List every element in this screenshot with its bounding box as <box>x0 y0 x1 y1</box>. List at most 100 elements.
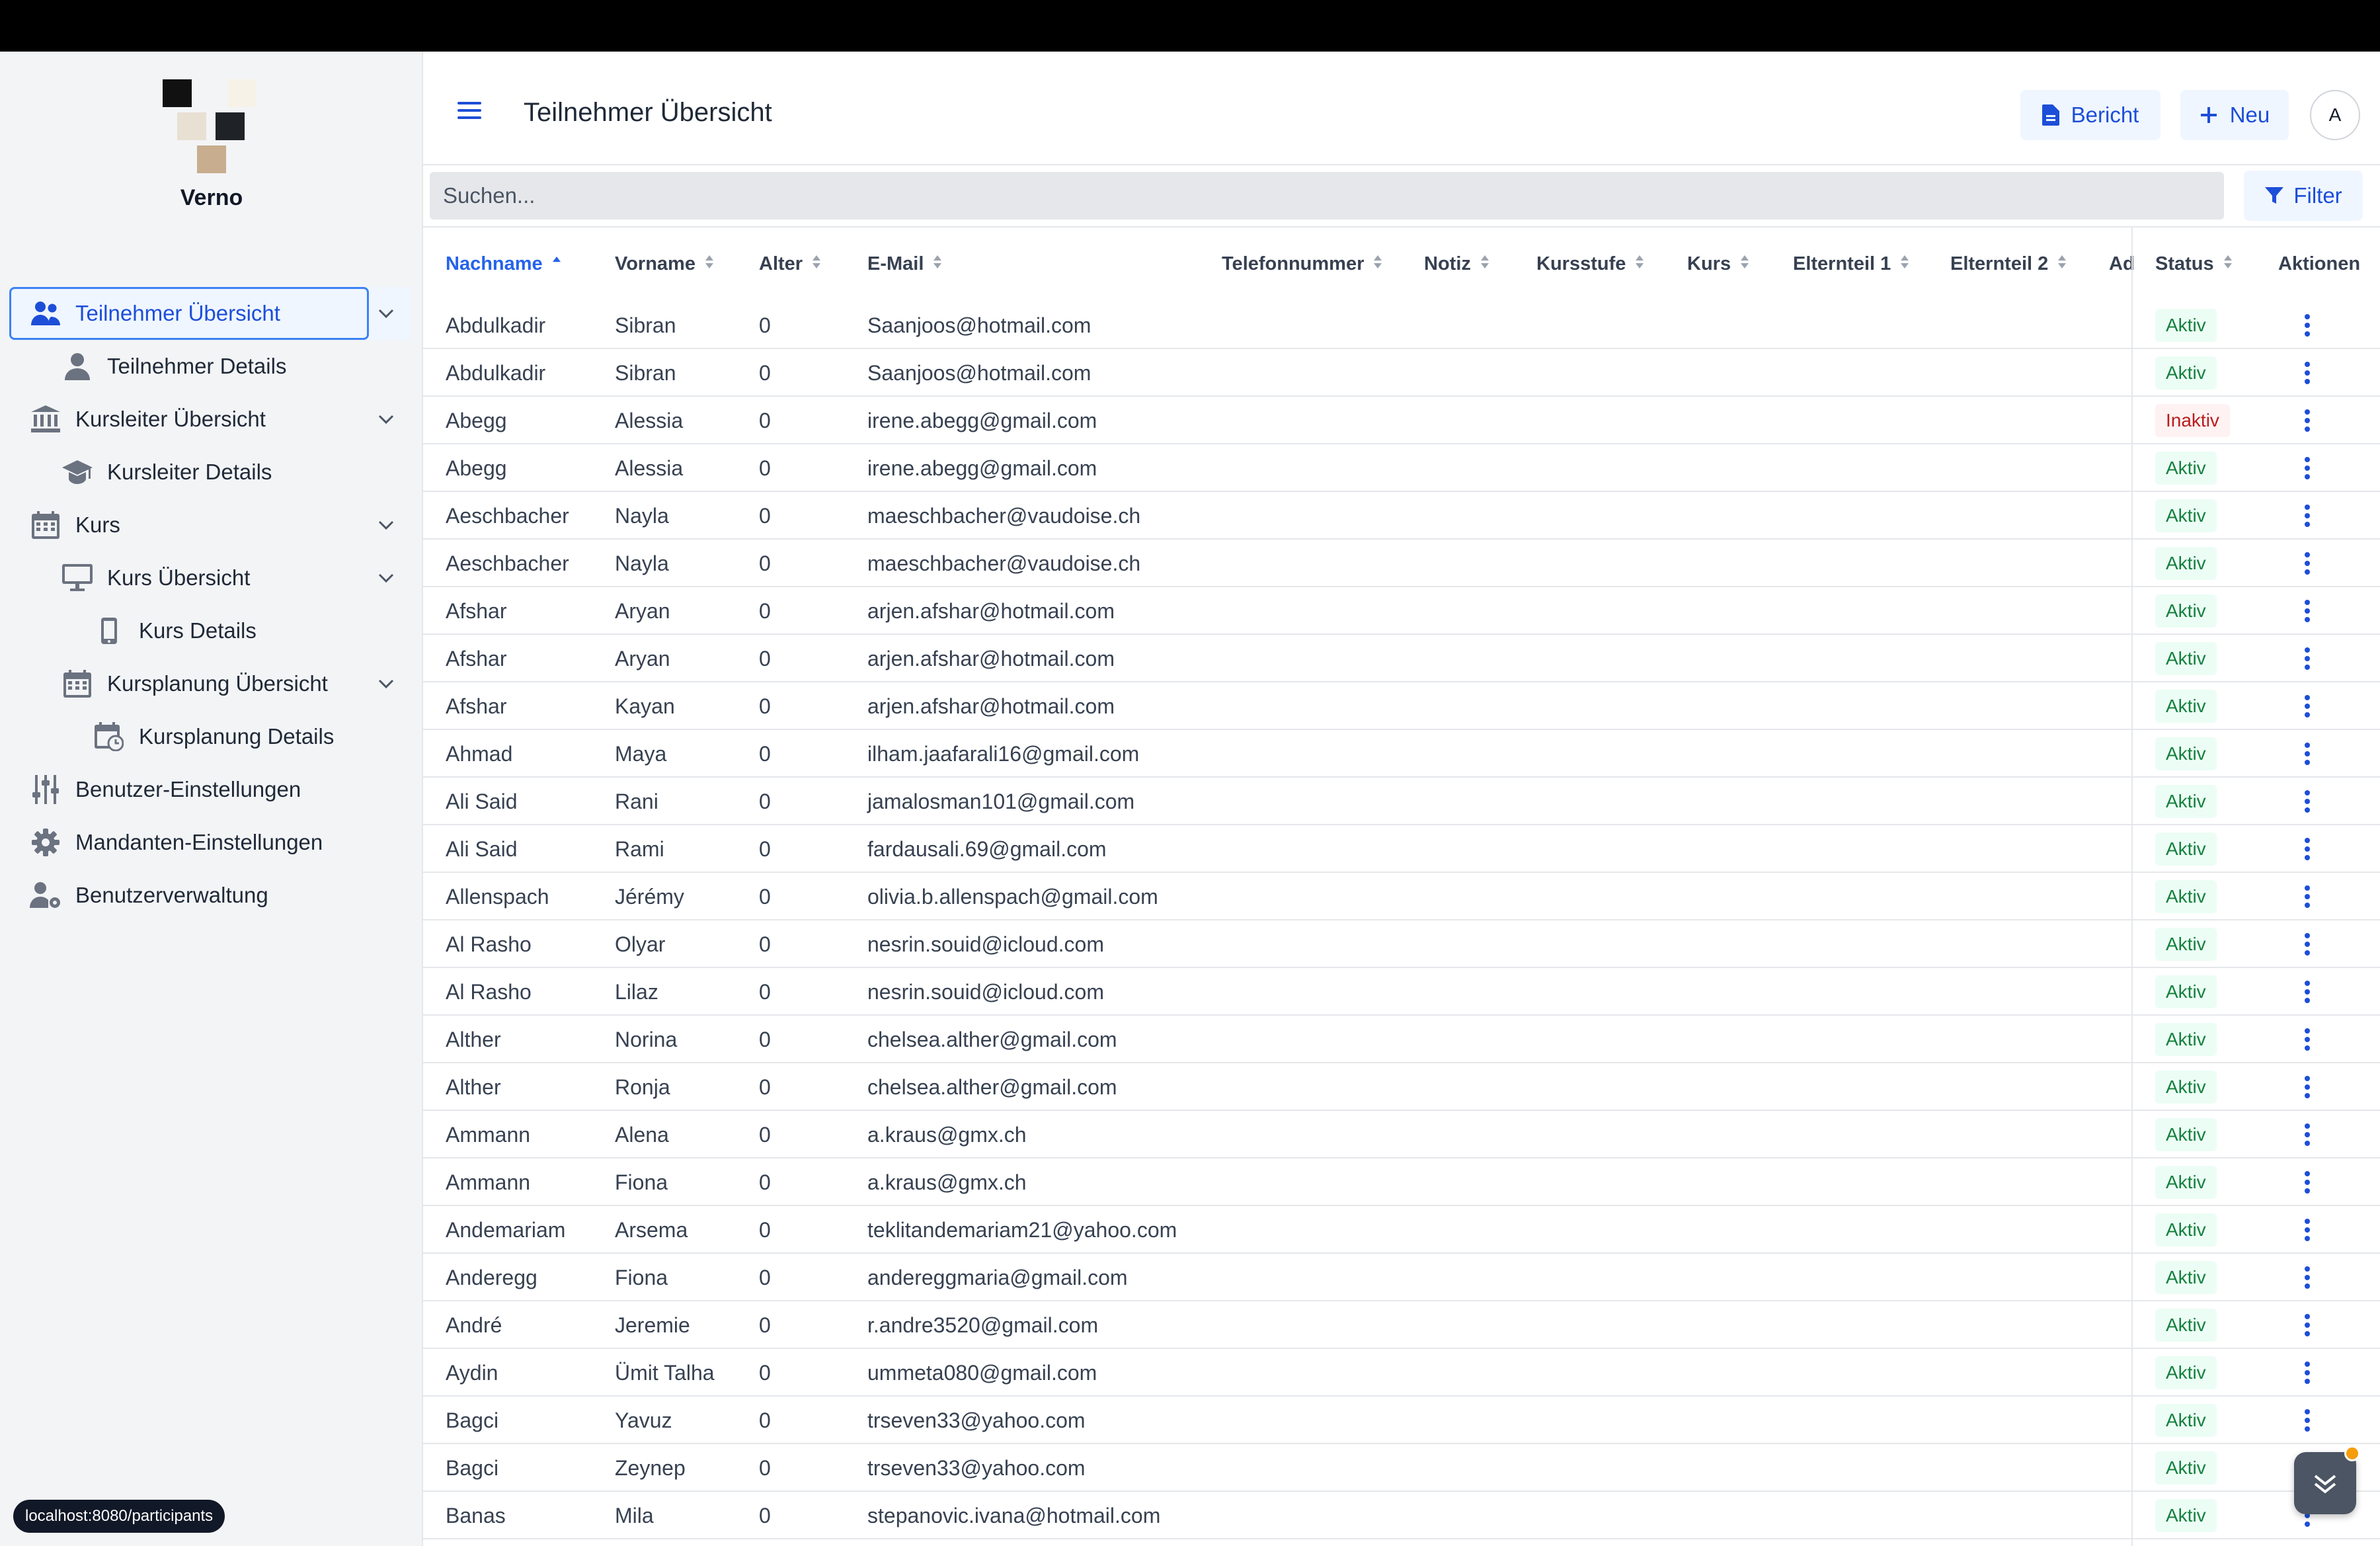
table-row[interactable]: Alther Ronja 0 chelsea.alther@gmail.com Akti… <box>423 1063 2380 1111</box>
table-row[interactable]: Ali Said Rami 0 fardausali.69@gmail.com Akti… <box>423 825 2380 873</box>
more-actions-icon[interactable] <box>2294 1121 2320 1148</box>
column-header-notiz[interactable]: Notiz <box>1424 227 1489 300</box>
devtools-floating-button[interactable] <box>2294 1452 2356 1514</box>
table-row[interactable]: Ammann Alena 0 a.kraus@gmx.ch Aktiv <box>423 1111 2380 1159</box>
more-actions-icon[interactable] <box>2294 1074 2320 1100</box>
sidebar-item-kursplanung-details[interactable]: Kursplanung Details <box>9 710 411 763</box>
more-actions-icon[interactable] <box>2294 598 2320 624</box>
sort-icon[interactable] <box>2048 253 2067 275</box>
chevron-down-icon[interactable] <box>374 302 398 325</box>
more-actions-icon[interactable] <box>2294 1169 2320 1196</box>
sidebar-item-teilnehmer-details[interactable]: Teilnehmer Details <box>9 340 411 393</box>
table-row[interactable]: Ali Said Rani 0 jamalosman101@gmail.com Akti… <box>423 778 2380 825</box>
menu-toggle-icon[interactable] <box>457 102 481 122</box>
sort-icon[interactable] <box>1471 253 1489 275</box>
sort-icon[interactable] <box>2214 253 2233 275</box>
more-actions-icon[interactable] <box>2294 503 2320 529</box>
more-actions-icon[interactable] <box>2294 979 2320 1005</box>
column-header-status[interactable]: Status <box>2155 227 2233 300</box>
sort-icon[interactable] <box>803 253 821 275</box>
search-input[interactable] <box>430 172 2224 220</box>
table-row[interactable]: Afshar Kayan 0 arjen.afshar@hotmail.com Akti… <box>423 682 2380 730</box>
more-actions-icon[interactable] <box>2294 645 2320 672</box>
column-header-vorname[interactable]: Vorname <box>615 227 714 300</box>
calendar-icon <box>29 509 62 542</box>
more-actions-icon[interactable] <box>2294 455 2320 481</box>
table-row[interactable]: Aeschbacher Nayla 0 maeschbacher@vaudoise.c… <box>423 492 2380 540</box>
sidebar-item-label: Mandanten-Einstellungen <box>75 830 323 854</box>
table-row[interactable]: Allenspach Jérémy 0 olivia.b.allenspach@gma… <box>423 873 2380 920</box>
more-actions-icon[interactable] <box>2294 360 2320 386</box>
column-header-telefonnummer[interactable]: Telefonnummer <box>1222 227 1382 300</box>
user-avatar[interactable]: A <box>2310 90 2360 140</box>
sort-icon[interactable] <box>1364 253 1382 275</box>
table-row[interactable]: Banas Mila 0 stepanovic.ivana@hotmail.com Ak… <box>423 1492 2380 1539</box>
sidebar-item-label: Kursplanung Übersicht <box>107 671 328 696</box>
table-row[interactable]: Al Rasho Olyar 0 nesrin.souid@icloud.com Akt… <box>423 920 2380 968</box>
more-actions-icon[interactable] <box>2294 550 2320 577</box>
column-header-elternteil-1[interactable]: Elternteil 1 <box>1793 227 1909 300</box>
table-row[interactable]: Abdulkadir Sibran 0 Saanjoos@hotmail.com Akt… <box>423 302 2380 349</box>
sidebar-item-benutzerverwaltung[interactable]: Benutzerverwaltung <box>9 869 411 922</box>
more-actions-icon[interactable] <box>2294 1360 2320 1386</box>
report-button[interactable]: Bericht <box>2020 90 2161 140</box>
sidebar-item-kursleiter-übersicht[interactable]: Kursleiter Übersicht <box>9 393 411 446</box>
sidebar-item-kurs[interactable]: Kurs <box>9 499 411 551</box>
chevron-down-icon[interactable] <box>374 566 398 590</box>
more-actions-icon[interactable] <box>2294 883 2320 910</box>
filter-button[interactable]: Filter <box>2244 171 2363 221</box>
table-row[interactable]: Ammann Fiona 0 a.kraus@gmx.ch Aktiv <box>423 1159 2380 1206</box>
table-row[interactable]: Afshar Aryan 0 arjen.afshar@hotmail.com Akti… <box>423 587 2380 635</box>
sort-icon[interactable] <box>924 253 942 275</box>
table-row[interactable]: Aeschbacher Nayla 0 maeschbacher@vaudoise.c… <box>423 540 2380 587</box>
table-row[interactable]: Anderegg Fiona 0 andereggmaria@gmail.com Akt… <box>423 1254 2380 1301</box>
table-row[interactable]: Afshar Aryan 0 arjen.afshar@hotmail.com Akti… <box>423 635 2380 682</box>
sort-icon[interactable] <box>1731 253 1749 275</box>
sidebar-item-kursleiter-details[interactable]: Kursleiter Details <box>9 446 411 499</box>
chevron-down-icon[interactable] <box>374 407 398 431</box>
table-row[interactable]: Aydin Ümit Talha 0 ummeta080@gmail.com Aktiv <box>423 1349 2380 1397</box>
sidebar-item-kurs-übersicht[interactable]: Kurs Übersicht <box>9 551 411 604</box>
column-header-e-mail[interactable]: E-Mail <box>867 227 942 300</box>
column-header-kurs[interactable]: Kurs <box>1687 227 1749 300</box>
column-header-elternteil-2[interactable]: Elternteil 2 <box>1950 227 2067 300</box>
table-row[interactable]: Ahmad Maya 0 ilham.jaafarali16@gmail.com Akt… <box>423 730 2380 778</box>
sidebar-item-mandanten-einstellungen[interactable]: Mandanten-Einstellungen <box>9 816 411 869</box>
table-row[interactable]: Bagci Yavuz 0 trseven33@yahoo.com Aktiv <box>423 1397 2380 1444</box>
more-actions-icon[interactable] <box>2294 312 2320 339</box>
more-actions-icon[interactable] <box>2294 836 2320 862</box>
chevron-down-icon[interactable] <box>374 513 398 537</box>
sort-ascending-icon[interactable] <box>543 253 561 275</box>
gear-icon <box>29 826 62 859</box>
more-actions-icon[interactable] <box>2294 1264 2320 1291</box>
more-actions-icon[interactable] <box>2294 693 2320 719</box>
chevron-down-icon[interactable] <box>374 672 398 696</box>
table-row[interactable]: Bagci Zeynep 0 trseven33@yahoo.com Aktiv <box>423 1444 2380 1492</box>
sort-icon[interactable] <box>1891 253 1909 275</box>
more-actions-icon[interactable] <box>2294 1026 2320 1053</box>
column-header-alter[interactable]: Alter <box>759 227 821 300</box>
more-actions-icon[interactable] <box>2294 788 2320 815</box>
sort-icon[interactable] <box>695 253 714 275</box>
more-actions-icon[interactable] <box>2294 1217 2320 1243</box>
sort-icon[interactable] <box>1626 253 1644 275</box>
new-button[interactable]: Neu <box>2180 90 2289 140</box>
more-actions-icon[interactable] <box>2294 1312 2320 1338</box>
table-row[interactable]: Abdulkadir Sibran 0 Saanjoos@hotmail.com Akt… <box>423 349 2380 397</box>
sidebar-item-kursplanung-übersicht[interactable]: Kursplanung Übersicht <box>9 657 411 710</box>
table-row[interactable]: André Jeremie 0 r.andre3520@gmail.com Aktiv <box>423 1301 2380 1349</box>
table-row[interactable]: Andemariam Arsema 0 teklitandemariam21@yaho… <box>423 1206 2380 1254</box>
more-actions-icon[interactable] <box>2294 931 2320 957</box>
sidebar-item-kurs-details[interactable]: Kurs Details <box>9 604 411 657</box>
more-actions-icon[interactable] <box>2294 741 2320 767</box>
column-header-kursstufe[interactable]: Kursstufe <box>1536 227 1644 300</box>
table-row[interactable]: Abegg Alessia 0 irene.abegg@gmail.com Aktiv <box>423 444 2380 492</box>
sidebar-item-benutzer-einstellungen[interactable]: Benutzer-Einstellungen <box>9 763 411 816</box>
table-row[interactable]: Alther Norina 0 chelsea.alther@gmail.com Akt… <box>423 1016 2380 1063</box>
column-header-nachname[interactable]: Nachname <box>446 227 561 300</box>
table-row[interactable]: Abegg Alessia 0 irene.abegg@gmail.com Inakti… <box>423 397 2380 444</box>
more-actions-icon[interactable] <box>2294 407 2320 434</box>
cell-actions <box>2294 302 2320 349</box>
table-row[interactable]: Al Rasho Lilaz 0 nesrin.souid@icloud.com Akt… <box>423 968 2380 1016</box>
more-actions-icon[interactable] <box>2294 1407 2320 1434</box>
